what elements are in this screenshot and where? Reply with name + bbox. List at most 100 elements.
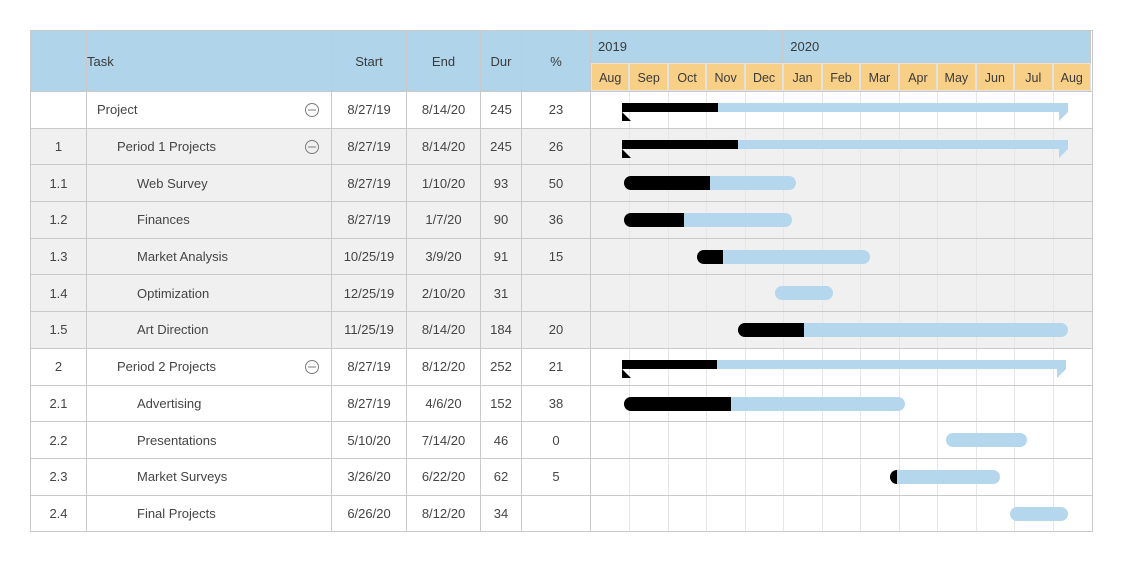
row-start: 6/26/20: [331, 494, 407, 533]
row-timeline-cell[interactable]: [590, 201, 1093, 239]
gridline: [937, 238, 939, 275]
gridline: [706, 495, 708, 532]
gridline: [937, 495, 939, 532]
row-task-cell[interactable]: Period 1 Projects: [86, 127, 332, 166]
table-row[interactable]: Project 8/27/19 8/14/20 245 23: [30, 91, 1093, 129]
gridline: [1014, 458, 1016, 495]
table-row[interactable]: 1.4 Optimization 12/25/19 2/10/20 31: [30, 274, 1093, 313]
gantt-summary-bar[interactable]: [622, 103, 1068, 121]
header-end[interactable]: End: [406, 30, 481, 92]
table-row[interactable]: 2.2 Presentations 5/10/20 7/14/20 46 0: [30, 421, 1093, 459]
table-row[interactable]: 1 Period 1 Projects 8/27/19 8/14/20 245 26: [30, 127, 1093, 166]
row-task-cell[interactable]: Finances: [86, 201, 332, 239]
row-timeline-cell[interactable]: [590, 274, 1093, 313]
row-timeline-cell[interactable]: [590, 237, 1093, 276]
timeline-track: [591, 275, 1092, 312]
header-task[interactable]: Task: [86, 30, 332, 92]
summary-cap-right: [1059, 112, 1068, 121]
gridline: [629, 312, 631, 348]
row-start: 10/25/19: [331, 237, 407, 276]
table-row[interactable]: 2.1 Advertising 8/27/19 4/6/20 152 38: [30, 384, 1093, 423]
row-timeline-cell[interactable]: [590, 91, 1093, 129]
gridline: [860, 202, 862, 238]
gridline: [1014, 165, 1016, 202]
header-pct[interactable]: %: [521, 30, 591, 92]
row-task-cell[interactable]: Web Survey: [86, 164, 332, 203]
header-dur[interactable]: Dur: [480, 30, 522, 92]
row-task-label: Web Survey: [137, 175, 208, 191]
row-task-cell[interactable]: Market Analysis: [86, 237, 332, 276]
gridline: [706, 458, 708, 495]
gridline: [744, 422, 746, 458]
gridline: [860, 422, 862, 458]
gridline: [706, 312, 708, 348]
gantt-progress-fill: [624, 176, 710, 191]
row-start: 5/10/20: [331, 421, 407, 459]
gridline: [629, 238, 631, 275]
gridline: [667, 422, 669, 458]
gantt-summary-bar[interactable]: [622, 359, 1066, 378]
gantt-task-bar[interactable]: [624, 396, 905, 411]
row-task-cell[interactable]: Final Projects: [86, 494, 332, 533]
table-row[interactable]: 2 Period 2 Projects 8/27/19 8/12/20 252 21: [30, 347, 1093, 386]
gridline: [667, 238, 669, 275]
timeline-track: [591, 92, 1092, 128]
gridline: [937, 422, 939, 458]
gantt-task-bar[interactable]: [624, 213, 792, 228]
table-row[interactable]: 2.4 Final Projects 6/26/20 8/12/20 34: [30, 494, 1093, 533]
gridline: [821, 422, 823, 458]
row-task-cell[interactable]: Presentations: [86, 421, 332, 459]
table-row[interactable]: 1.2 Finances 8/27/19 1/7/20 90 36: [30, 201, 1093, 239]
gridline: [1052, 165, 1054, 202]
header-start[interactable]: Start: [331, 30, 407, 92]
row-id: 2.4: [30, 494, 87, 533]
gridline: [1052, 422, 1054, 458]
row-id: 1: [30, 127, 87, 166]
gridline: [1014, 202, 1016, 238]
gantt-task-bar[interactable]: [697, 249, 870, 264]
row-timeline-cell[interactable]: [590, 384, 1093, 423]
circle-minus-icon[interactable]: [305, 139, 319, 154]
row-end: 1/7/20: [406, 201, 481, 239]
gridline: [629, 422, 631, 458]
row-timeline-cell[interactable]: [590, 347, 1093, 386]
row-start: 8/27/19: [331, 384, 407, 423]
summary-cap-right: [1059, 148, 1068, 158]
circle-minus-icon[interactable]: [305, 102, 319, 117]
table-row[interactable]: 1.5 Art Direction 11/25/19 8/14/20 184 20: [30, 311, 1093, 349]
gantt-task-bar[interactable]: [946, 433, 1027, 448]
table-row[interactable]: 1.1 Web Survey 8/27/19 1/10/20 93 50: [30, 164, 1093, 203]
row-task-cell[interactable]: Optimization: [86, 274, 332, 313]
gantt-summary-bar[interactable]: [622, 139, 1068, 158]
gantt-task-bar[interactable]: [1010, 506, 1068, 521]
row-timeline-cell[interactable]: [590, 421, 1093, 459]
row-dur: 46: [480, 421, 522, 459]
row-pct: 21: [521, 347, 591, 386]
circle-minus-icon[interactable]: [305, 359, 319, 374]
row-id: 2.1: [30, 384, 87, 423]
row-timeline-cell[interactable]: [590, 164, 1093, 203]
row-timeline-cell[interactable]: [590, 311, 1093, 349]
gridline: [629, 458, 631, 495]
table-row[interactable]: 1.3 Market Analysis 10/25/19 3/9/20 91 15: [30, 237, 1093, 276]
row-task-cell[interactable]: Art Direction: [86, 311, 332, 349]
row-timeline-cell[interactable]: [590, 127, 1093, 166]
timeline-track: [591, 128, 1092, 165]
gantt-task-bar[interactable]: [738, 323, 1068, 338]
row-task-cell[interactable]: Advertising: [86, 384, 332, 423]
gantt-task-bar[interactable]: [624, 176, 796, 191]
row-timeline-cell[interactable]: [590, 494, 1093, 533]
gantt-task-bar[interactable]: [890, 469, 1000, 484]
table-row[interactable]: 2.3 Market Surveys 3/26/20 6/22/20 62 5: [30, 457, 1093, 496]
row-task-cell[interactable]: Market Surveys: [86, 457, 332, 496]
timeline-track: [591, 422, 1092, 458]
row-task-cell[interactable]: Period 2 Projects: [86, 347, 332, 386]
gantt-task-bar[interactable]: [775, 286, 833, 301]
row-start: 8/27/19: [331, 201, 407, 239]
gridline: [744, 275, 746, 312]
row-start: 3/26/20: [331, 457, 407, 496]
timeline-year-2020: 2020: [783, 31, 1091, 63]
row-task-cell[interactable]: Project: [86, 91, 332, 129]
gantt-progress-fill: [624, 213, 685, 228]
row-timeline-cell[interactable]: [590, 457, 1093, 496]
